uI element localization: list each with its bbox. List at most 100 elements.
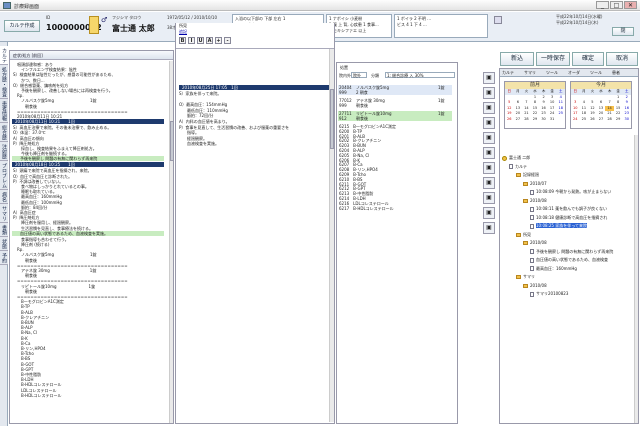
side-2-icon[interactable]: ▣ [483, 102, 495, 114]
nav-tab-3[interactable]: オーダ [568, 70, 580, 75]
nav-tab-4[interactable]: ツール [590, 70, 602, 75]
vtab-2[interactable]: 患者情報 [0, 99, 8, 123]
tree-label: サマリ [523, 274, 535, 279]
nav-tab-5[interactable]: 患者 [612, 70, 620, 75]
tree-node[interactable]: 最高血圧：160mmHg [530, 266, 577, 271]
minimize-button[interactable]: _ [596, 1, 609, 9]
document-icon [530, 223, 534, 229]
calendar-day[interactable]: 30 [622, 117, 631, 123]
format-button-5[interactable]: - [224, 37, 231, 44]
findings-scrollbar[interactable] [329, 49, 334, 422]
calendar-day[interactable]: 29 [614, 117, 623, 123]
format-button-3[interactable]: A [206, 37, 213, 44]
rx-row[interactable]: 77012 999 アテネ錠 30mg 朝食後 1錠 [338, 98, 452, 108]
calendar-day[interactable]: 26 [588, 117, 597, 123]
side-9-icon[interactable]: ▣ [483, 207, 495, 219]
format-button-1[interactable]: I [188, 37, 195, 44]
side-3-icon[interactable]: ▣ [483, 117, 495, 129]
nav-tab-1[interactable]: サマリ [524, 70, 536, 75]
tree-node[interactable]: 2010/08 [523, 198, 547, 203]
calendar-day[interactable]: 27 [514, 117, 523, 123]
tree-node[interactable]: 10:08:09 今朝から発熱。咳が止まらない [530, 189, 611, 195]
new-entry-button[interactable]: 新込 [500, 52, 534, 66]
inout-select[interactable]: 院外 [351, 72, 367, 78]
vtab-8[interactable]: 書類 [0, 223, 8, 237]
vtab-6[interactable]: 病名 [0, 190, 8, 204]
tree-node[interactable]: 2010/07 [523, 181, 547, 186]
side-6-icon[interactable]: ▣ [483, 162, 495, 174]
calendar-day[interactable]: 26 [505, 117, 514, 123]
lock-icon[interactable] [494, 16, 502, 24]
confirm-button[interactable]: 確定 [572, 52, 604, 66]
tree-node[interactable]: 記録経過 [516, 172, 539, 177]
vtab-9[interactable]: 状態 [0, 237, 8, 251]
side-7-icon[interactable]: ▣ [483, 177, 495, 189]
rx-row[interactable]: 27711 912 リピトール錠10mg 朝食後 1錠 [338, 111, 452, 121]
side-5-icon[interactable]: ▣ [483, 147, 495, 159]
tree-node[interactable]: 予後を観察し 問題の有無に関わらず再来院 [530, 249, 613, 254]
side-8-icon[interactable]: ▣ [483, 192, 495, 204]
tree-label: カルテ [515, 163, 527, 169]
tree-node[interactable]: 10:08:25 家族を伴って来院 [530, 223, 588, 229]
vtab-3[interactable]: 総合歴 [0, 123, 8, 142]
format-button-2[interactable]: U [197, 37, 204, 44]
calendar-day[interactable]: 24 [571, 117, 580, 123]
vtab-10[interactable]: 予約 [0, 251, 8, 265]
history-scrollbar[interactable] [169, 61, 173, 423]
vtab-1[interactable]: 処方歴・検査 [0, 65, 8, 99]
findings-title: 所見 [179, 23, 187, 28]
record-tree[interactable]: 富士通 二郎 カルテ記録経過 2010/07 10:08:09 今朝から発熱。咳が止ま… [502, 155, 637, 415]
calendar-day[interactable]: 31 [548, 117, 557, 123]
nav-tab-2[interactable]: ツール [546, 70, 558, 75]
calendar-day[interactable]: 28 [522, 117, 531, 123]
tree-label: 10:08:18 健康診断で高血圧を指摘され [536, 214, 608, 220]
findings-scroll-thumb[interactable] [330, 89, 334, 149]
tree-node[interactable]: 10:08:18 健康診断で高血圧を指摘され [530, 214, 608, 220]
close-button[interactable]: ✕ [624, 1, 637, 9]
tree-node[interactable]: サマリ20100823 [530, 291, 568, 297]
findings-line: S）家族を伴って来院。 [179, 91, 222, 96]
calendar-day[interactable]: 27 [597, 117, 606, 123]
treatment-list[interactable]: 20404 999 ノルバスク錠5mg 2 朝食 1錠 77012 999 アテネ錠 30mg… [337, 85, 453, 285]
tree-node[interactable]: カルテ [509, 163, 527, 169]
tree-label: 富士通 二郎 [509, 155, 531, 160]
tree-node[interactable]: サマリ [516, 274, 535, 279]
vtab-5[interactable]: プロブレム [0, 161, 8, 190]
this-month-calendar[interactable]: 今月 日月火水木金土 1 2 3 4 5 6 7 8 9 10 11 12 13 14 15 16 17 18 19 2… [570, 81, 632, 129]
create-karte-button[interactable]: カルテ作成 [4, 20, 40, 32]
calendar-day[interactable]: 30 [539, 117, 548, 123]
maximize-button[interactable]: □ [610, 1, 623, 9]
format-button-4[interactable]: + [215, 37, 222, 44]
history-scroll-thumb[interactable] [170, 121, 173, 161]
cancel-button[interactable]: 取消 [606, 52, 638, 66]
calendar-day[interactable]: 29 [531, 117, 540, 123]
temp-save-button[interactable]: 一時保存 [536, 52, 570, 66]
calendar-day[interactable]: 25 [580, 117, 589, 123]
tree-node[interactable]: 富士通 二郎 [502, 155, 530, 161]
rx-row[interactable]: 20404 999 ノルバスク錠5mg 2 朝食 1錠 [338, 85, 452, 95]
tree-node[interactable]: 2010/08 [523, 240, 547, 245]
close-patient-button[interactable]: 閉 [612, 27, 634, 36]
tree-node[interactable]: 10:08:11 薬を飲んでも調子が良くない [530, 206, 607, 212]
tree-node[interactable]: 2010/08 [523, 283, 547, 288]
vtab-7[interactable]: サマリ [0, 204, 8, 223]
infection-box[interactable]: 1 ナボイシ 小麦粉 1 腹 上 背, 心疾患 1 食事... タモキシファエ … [326, 14, 392, 38]
nav-tab-0[interactable]: カルテ [502, 70, 514, 75]
category-select[interactable]: 1: 総合診療 入 30% [385, 72, 455, 78]
side-4-icon[interactable]: ▣ [483, 132, 495, 144]
tree-node[interactable]: 所見 [516, 232, 531, 237]
findings-text[interactable]: S）家族を伴って来院。 O）最高血圧：154mmHg 最低血圧：110mmHg 脈… [179, 91, 329, 191]
append-tab[interactable]: 追記 [179, 29, 187, 34]
history-body[interactable]: 咽頭部違和感：あり インフルエンザ検査結果：陰性 S）検査結果は陰性だったが、感冒… [10, 61, 168, 423]
tree-scrollbar[interactable] [634, 135, 638, 423]
side-0-icon[interactable]: ▣ [483, 72, 495, 84]
history-box[interactable]: 1 ボイラ 2 不明 ... ビス 4 1 下 4 ... [394, 14, 488, 38]
tree-node[interactable]: 血圧値の高い状態であるため、血液検査 [530, 257, 608, 263]
prev-month-calendar[interactable]: 前月 日月火水木金土 1 2 3 4 5 6 7 8 9 10 11 12 13 14 15 16 17 18 19 2… [504, 81, 566, 129]
vtab-0[interactable]: カルテ [0, 46, 8, 65]
side-10-icon[interactable]: ▣ [483, 222, 495, 234]
format-button-0[interactable]: B [179, 37, 186, 44]
vtab-4[interactable]: 注射歴 [0, 142, 8, 161]
side-1-icon[interactable]: ▣ [483, 87, 495, 99]
calendar-day[interactable]: 28 [605, 117, 614, 123]
